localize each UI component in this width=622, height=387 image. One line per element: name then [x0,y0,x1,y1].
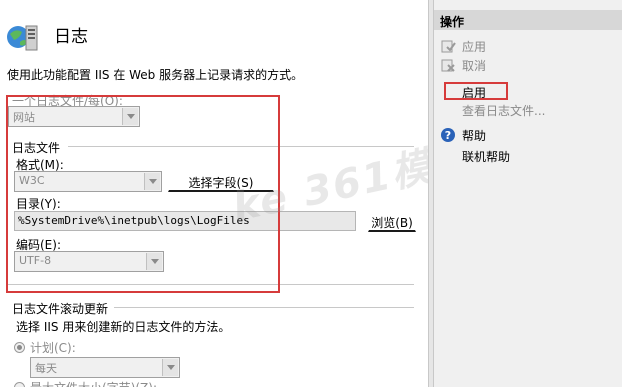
schedule-radio[interactable] [14,342,25,353]
actions-header: 操作 [434,10,622,30]
enable-highlight-annotation [444,82,508,100]
page-description: 使用此功能配置 IIS 在 Web 服务器上记录请求的方式。 [7,68,304,82]
cancel-label: 取消 [462,59,487,73]
schedule-label: 计划(C): [30,341,76,355]
maxsize-label: 最大文件大小(字节)(Z): [30,379,157,387]
apply-label: 应用 [462,40,487,54]
rollover-group-label: 日志文件滚动更新 [12,302,109,316]
view-log-label: 查看日志文件... [462,104,546,118]
schedule-select[interactable]: 每天 [30,357,180,378]
chevron-down-icon [162,359,178,376]
cancel-icon [441,59,455,72]
schedule-value: 每天 [35,362,57,375]
rollover-description: 选择 IIS 用来创建新的日志文件的方法。 [16,320,231,334]
actions-pane: 操作 应用 取消 启用 查看日志文件... ? 帮助 联机帮助 [434,0,622,387]
help-icon: ? [441,128,455,142]
page-title: 日志 [54,27,88,47]
maxsize-radio[interactable] [14,382,25,387]
help-label: 帮助 [462,129,487,143]
apply-icon [441,40,456,53]
online-help-label: 联机帮助 [462,150,511,164]
main-panel: 日志 使用此功能配置 IIS 在 Web 服务器上记录请求的方式。 一个日志文件… [0,0,479,387]
group-divider [114,307,414,308]
svg-text:?: ? [445,129,451,142]
browse-button[interactable]: 浏览(B) [368,210,416,232]
logging-feature-icon [7,25,38,51]
